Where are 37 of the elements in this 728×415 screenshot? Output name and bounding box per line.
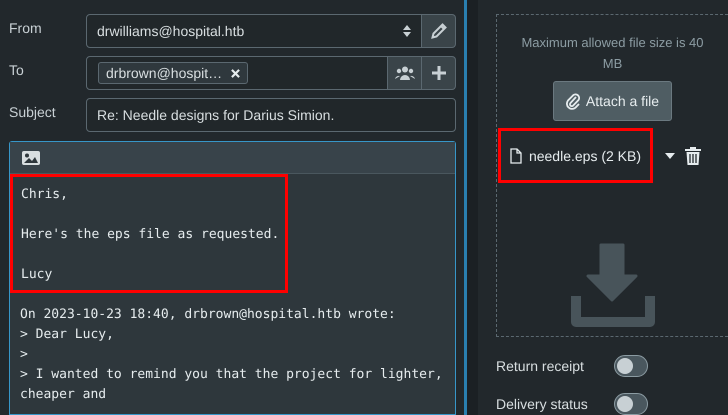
from-label: From xyxy=(9,20,43,36)
recipient-field[interactable]: drbrown@hospit… xyxy=(86,56,388,90)
sort-arrows-icon xyxy=(403,25,411,37)
people-icon xyxy=(394,66,414,80)
option-label: Return receipt xyxy=(496,358,585,374)
option-label: Delivery status xyxy=(496,396,589,412)
recipient-chip[interactable]: drbrown@hospit… xyxy=(98,62,248,84)
paperclip-icon xyxy=(566,92,580,110)
caret-icon[interactable] xyxy=(665,152,675,158)
remove-icon[interactable] xyxy=(231,68,240,78)
add-recipient-button[interactable] xyxy=(422,56,456,90)
pencil-icon xyxy=(430,23,446,39)
from-select[interactable]: drwilliams@hospital.htb xyxy=(86,14,422,48)
subject-field[interactable]: Re: Needle designs for Darius Simion. xyxy=(86,98,456,132)
body-paragraph: Here's the eps file as requested. xyxy=(21,226,277,244)
toggle-switch[interactable] xyxy=(614,393,648,415)
edit-identity-button[interactable] xyxy=(422,14,456,48)
subject-label: Subject xyxy=(9,104,57,120)
download-icon xyxy=(570,243,654,329)
quoted-line: > xyxy=(20,346,29,364)
message-editor[interactable]: Chris, Here's the eps file as requested. Lucy On 2023-10-23 18:40, drbrown@hospital.htb wrote: > Dear Lucy, > > I wanted to remind you that the project for lighter, cheaper and xyxy=(9,141,456,415)
file-icon xyxy=(510,148,522,164)
quoted-line: > Dear Lucy, xyxy=(20,326,115,344)
image-icon[interactable] xyxy=(22,150,40,164)
body-paragraph: Lucy xyxy=(21,266,54,284)
drop-zone[interactable]: Maximum allowed file size is 40 MB Attach a file needle.eps (2 KB) xyxy=(496,14,728,337)
attachment-item[interactable]: needle.eps (2 KB) xyxy=(498,128,653,183)
plus-icon xyxy=(430,65,446,81)
quoted-line: > I wanted to remind you that the project for lighter, cheaper and xyxy=(20,366,444,404)
file-size-hint: Maximum allowed file size is 40 MB xyxy=(520,34,705,73)
body-paragraph: Chris, xyxy=(21,186,69,204)
attach-file-button[interactable]: Attach a file xyxy=(552,81,672,121)
to-label: To xyxy=(9,62,25,78)
quoted-line: On 2023-10-23 18:40, drbrown@hospital.htb wrote: xyxy=(20,306,397,324)
contacts-button[interactable] xyxy=(388,56,422,90)
trash-icon[interactable] xyxy=(685,146,701,165)
toggle-switch[interactable] xyxy=(614,355,648,377)
